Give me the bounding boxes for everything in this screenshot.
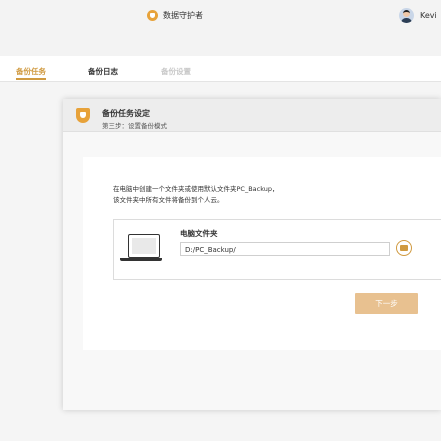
backup-task-dialog: 备份任务设定 第三步：设置备份模式 在电脑中创建一个文件夹或使用默认文件夹PC_… [63, 99, 441, 410]
content-panel: 在电脑中创建一个文件夹或使用默认文件夹PC_Backup， 该文件夹中所有文件将… [83, 157, 441, 350]
shield-logo-icon [147, 10, 158, 21]
shield-icon [76, 108, 90, 123]
dialog-header: 备份任务设定 第三步：设置备份模式 [63, 99, 441, 132]
next-step-button[interactable]: 下一步 [355, 293, 418, 314]
tab-backup-logs[interactable]: 备份日志 [88, 66, 118, 77]
user-name[interactable]: Kevi [420, 11, 437, 20]
user-account[interactable]: Kevi [399, 8, 437, 23]
title-bar: 数据守护者 Kevi [0, 0, 441, 56]
tab-backup-settings[interactable]: 备份设置 [161, 66, 191, 77]
browse-folder-icon[interactable] [396, 240, 412, 256]
dialog-title: 备份任务设定 [102, 109, 150, 118]
avatar[interactable] [399, 8, 414, 23]
app-title-text: 数据守护者 [163, 11, 203, 20]
folder-selection-box: 电脑文件夹 D:/PC_Backup/ [113, 219, 441, 280]
description-line-1: 在电脑中创建一个文件夹或使用默认文件夹PC_Backup， [113, 185, 279, 193]
folder-path-input[interactable]: D:/PC_Backup/ [180, 242, 390, 256]
app-title: 数据守护者 [147, 10, 203, 21]
laptop-icon [128, 234, 160, 258]
tab-bar: 备份任务 备份日志 备份设置 [0, 56, 441, 82]
folder-label: 电脑文件夹 [180, 229, 218, 238]
description: 在电脑中创建一个文件夹或使用默认文件夹PC_Backup， 该文件夹中所有文件将… [113, 184, 279, 206]
dialog-step-subtitle: 第三步：设置备份模式 [102, 122, 167, 130]
tab-backup-tasks[interactable]: 备份任务 [16, 66, 46, 80]
description-line-2: 该文件夹中所有文件将备份到个人云。 [113, 196, 224, 204]
laptop-base-icon [120, 258, 162, 261]
